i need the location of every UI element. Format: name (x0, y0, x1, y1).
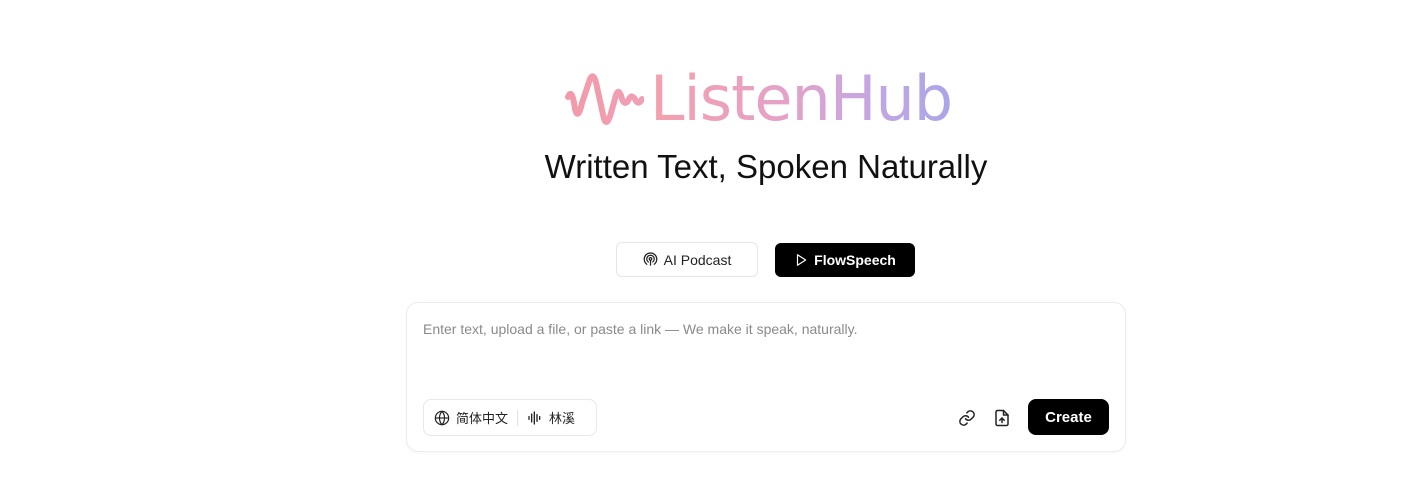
tab-flowspeech[interactable]: FlowSpeech (775, 243, 915, 277)
voice-selector[interactable]: 林溪 (527, 408, 575, 427)
link-icon (959, 410, 975, 426)
waveform-logo-icon (565, 73, 644, 125)
tab-flowspeech-label: FlowSpeech (814, 252, 896, 268)
upload-file-button[interactable] (990, 406, 1014, 430)
options-bar: 简体中文 林溪 (423, 399, 597, 436)
globe-icon (434, 409, 450, 426)
tab-ai-podcast-label: AI Podcast (663, 251, 732, 268)
logo-wordmark: ListenHub (650, 62, 953, 135)
page-tagline: Written Text, Spoken Naturally (544, 148, 988, 185)
language-label: 简体中文 (456, 412, 509, 427)
voice-label: 林溪 (549, 412, 576, 427)
text-input[interactable] (423, 321, 1113, 381)
play-icon (797, 254, 807, 266)
options-divider (517, 409, 519, 426)
tab-ai-podcast[interactable]: AI Podcast (616, 242, 758, 277)
listenhub-logo: ListenHub (564, 62, 953, 135)
create-button[interactable]: Create (1028, 399, 1109, 435)
input-card: 简体中文 林溪 Create (406, 302, 1126, 452)
upload-file-icon (995, 409, 1009, 427)
podcast-icon (643, 252, 657, 266)
soundwave-icon (528, 410, 541, 425)
language-selector[interactable]: 简体中文 (434, 408, 508, 427)
paste-link-button[interactable] (955, 406, 979, 430)
